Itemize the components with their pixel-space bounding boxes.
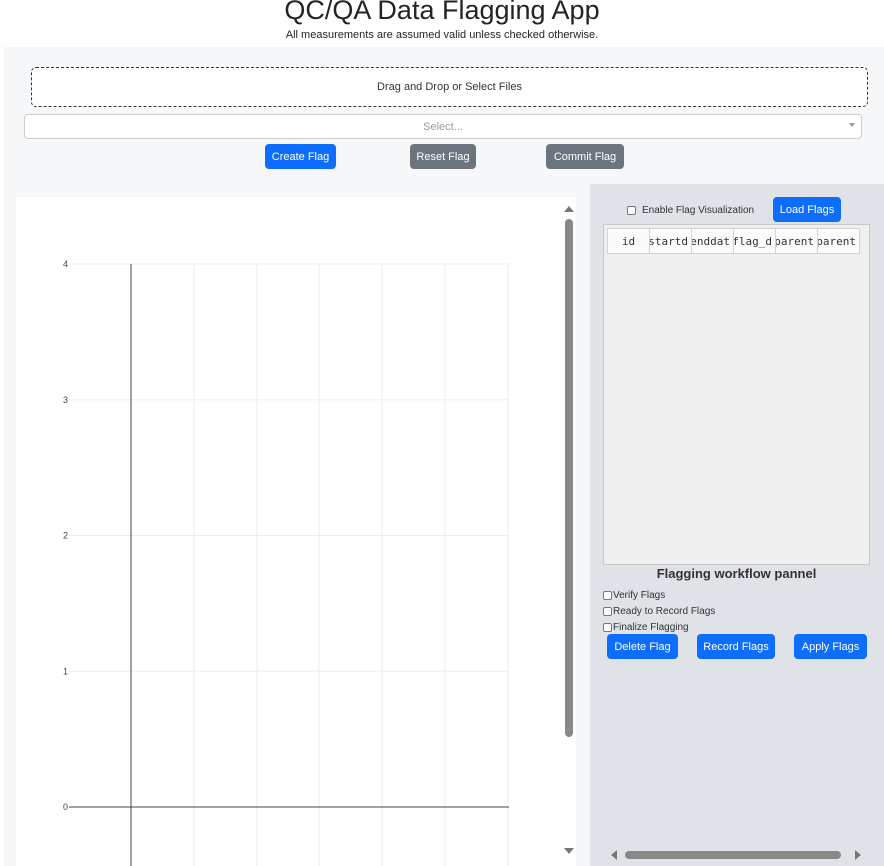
upload-label: Drag and Drop or Select Files — [377, 81, 522, 93]
dataset-select[interactable]: Select... — [24, 114, 862, 139]
enable-flag-visualization[interactable]: Enable Flag Visualization — [627, 204, 754, 217]
file-upload-dropzone[interactable]: Drag and Drop or Select Files — [31, 67, 868, 107]
time-series-plot[interactable]: 0 1 2 3 4 — [16, 197, 576, 866]
verify-flags-option[interactable]: Verify Flags — [603, 588, 665, 602]
ready-to-record-option[interactable]: Ready to Record Flags — [603, 604, 715, 618]
verify-flags-checkbox[interactable] — [603, 590, 612, 600]
plot-svg[interactable]: 0 1 2 3 4 — [16, 197, 576, 866]
enable-visualization-checkbox[interactable] — [627, 206, 636, 215]
vertical-scroll-thumb[interactable] — [565, 219, 573, 737]
commit-flag-button[interactable]: Commit Flag — [546, 144, 624, 169]
column-header-flag-description[interactable]: flag_d — [733, 228, 776, 254]
scroll-up-icon[interactable] — [564, 206, 574, 212]
apply-flags-button[interactable]: Apply Flags — [794, 634, 867, 659]
select-placeholder: Select... — [423, 120, 463, 133]
column-header-parent-2[interactable]: parent — [817, 228, 860, 254]
create-flag-button[interactable]: Create Flag — [265, 144, 336, 169]
scroll-left-icon[interactable] — [611, 850, 617, 860]
delete-flag-button[interactable]: Delete Flag — [607, 634, 678, 659]
y-tick-label: 3 — [63, 395, 68, 405]
load-flags-button[interactable]: Load Flags — [773, 197, 841, 222]
finalize-flagging-label: Finalize Flagging — [613, 621, 689, 633]
chevron-down-icon[interactable] — [849, 123, 855, 127]
y-tick-label: 0 — [63, 802, 68, 812]
column-header-startdate[interactable]: startd — [649, 228, 692, 254]
workflow-panel-title: Flagging workflow pannel — [656, 566, 817, 581]
flags-table-header: id startd enddat flag_d parent parent — [607, 228, 860, 254]
flags-table[interactable] — [603, 224, 870, 565]
column-header-parent-1[interactable]: parent — [775, 228, 818, 254]
column-header-enddate[interactable]: enddat — [691, 228, 734, 254]
column-header-id[interactable]: id — [607, 228, 650, 254]
finalize-flagging-checkbox[interactable] — [603, 622, 612, 632]
horizontal-scroll-thumb[interactable] — [625, 851, 841, 859]
y-tick-label: 1 — [63, 666, 68, 676]
scroll-down-icon[interactable] — [564, 848, 574, 854]
ready-to-record-label: Ready to Record Flags — [613, 605, 716, 617]
scroll-right-icon[interactable] — [855, 850, 861, 860]
page-subtitle: All measurements are assumed valid unles… — [285, 29, 599, 41]
y-tick-label: 2 — [63, 531, 68, 541]
reset-flag-button[interactable]: Reset Flag — [410, 144, 476, 169]
enable-visualization-label: Enable Flag Visualization — [642, 205, 755, 216]
page-title: QC/QA Data Flagging App — [284, 0, 600, 25]
record-flags-button[interactable]: Record Flags — [697, 634, 775, 659]
finalize-flagging-option[interactable]: Finalize Flagging — [603, 620, 689, 634]
y-tick-label: 4 — [63, 259, 68, 269]
ready-to-record-checkbox[interactable] — [603, 606, 612, 616]
verify-flags-label: Verify Flags — [613, 589, 666, 601]
